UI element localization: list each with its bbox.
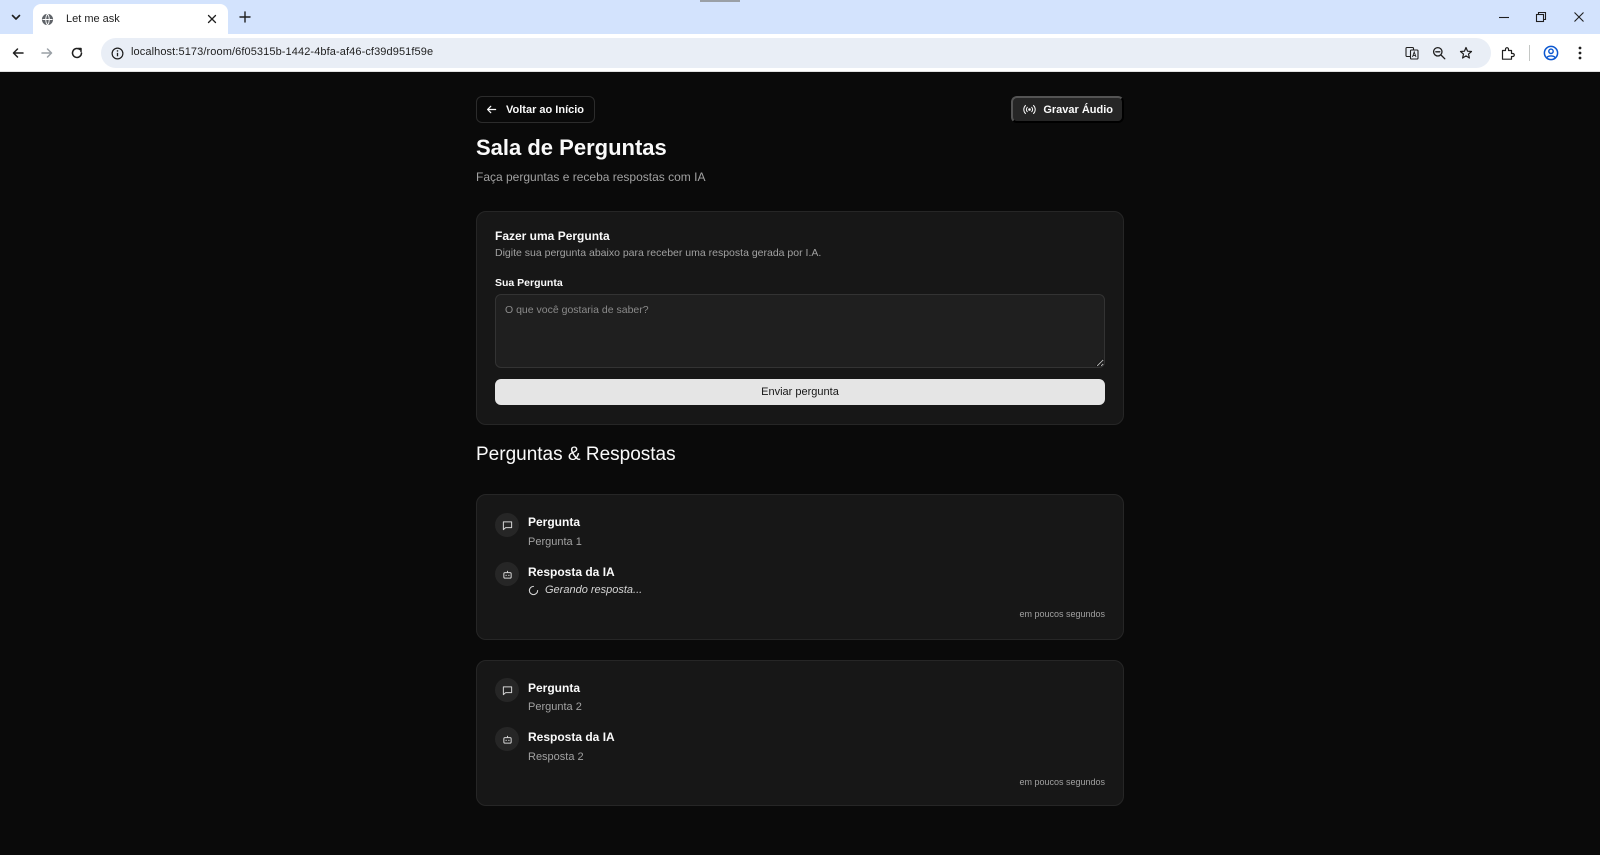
toolbar-separator [1529, 45, 1530, 61]
radio-broadcast-icon [1023, 104, 1036, 115]
record-audio-label: Gravar Áudio [1043, 103, 1113, 116]
question-text: Pergunta 1 [528, 536, 582, 548]
window-drag-indicator [700, 0, 740, 2]
bot-icon [495, 562, 519, 586]
page-subtitle: Faça perguntas e receba respostas com IA [476, 170, 706, 184]
qa-timestamp: em poucos segundos [1019, 777, 1105, 787]
tab-search-icon[interactable] [6, 7, 26, 27]
loader-icon [528, 585, 539, 596]
translate-icon[interactable] [1404, 45, 1420, 61]
page-title: Sala de Perguntas [476, 135, 667, 160]
arrow-left-icon [486, 104, 497, 115]
zoom-icon[interactable] [1431, 45, 1447, 61]
star-icon[interactable] [1458, 45, 1474, 61]
info-icon[interactable] [109, 45, 125, 61]
qa-card: Pergunta Pergunta 2 Resposta da IA Respo… [476, 660, 1124, 806]
answer-heading: Resposta da IA [528, 565, 615, 579]
answer-heading: Resposta da IA [528, 730, 615, 744]
question-heading: Pergunta [528, 681, 581, 695]
reload-icon[interactable] [66, 42, 88, 64]
page: Voltar ao Início Gravar Áudio Sala de Pe… [0, 72, 1600, 855]
back-icon[interactable] [7, 42, 29, 64]
back-to-home-button[interactable]: Voltar ao Início [476, 96, 596, 123]
menu-icon[interactable] [1569, 42, 1591, 64]
qa-section-title: Perguntas & Respostas [476, 444, 676, 465]
qa-timestamp: em poucos segundos [1019, 609, 1105, 619]
plus-icon[interactable] [236, 8, 254, 26]
back-to-home-label: Voltar ao Início [506, 103, 585, 116]
url-text: localhost:5173/room/6f05315b-1442-4bfa-a… [131, 46, 434, 58]
ask-question-card: Fazer uma Pergunta Digite sua pergunta a… [476, 211, 1124, 425]
browser-toolbar: localhost:5173/room/6f05315b-1442-4bfa-a… [0, 34, 1600, 72]
answer-text: Resposta 2 [528, 751, 584, 763]
question-heading: Pergunta [528, 515, 581, 529]
question-field-label: Sua Pergunta [495, 277, 563, 289]
ask-card-title: Fazer uma Pergunta [495, 229, 610, 243]
close-icon[interactable] [205, 12, 219, 26]
record-audio-button[interactable]: Gravar Áudio [1011, 96, 1124, 123]
message-square-icon [495, 513, 519, 537]
restore-icon[interactable] [1530, 6, 1552, 28]
profile-icon[interactable] [1540, 42, 1562, 64]
close-window-icon[interactable] [1568, 6, 1590, 28]
question-text: Pergunta 2 [528, 701, 582, 713]
answer-loading: Gerando resposta... [528, 584, 642, 596]
submit-question-button[interactable]: Enviar pergunta [495, 379, 1105, 405]
address-bar[interactable]: localhost:5173/room/6f05315b-1442-4bfa-a… [101, 38, 1491, 68]
browser-tab[interactable]: Let me ask [33, 4, 228, 34]
minimize-icon[interactable] [1493, 6, 1515, 28]
answer-loading-text: Gerando resposta... [545, 584, 643, 596]
browser-tab-strip: Let me ask [0, 0, 1600, 34]
extensions-icon[interactable] [1496, 42, 1518, 64]
ask-card-description: Digite sua pergunta abaixo para receber … [495, 247, 822, 259]
question-input[interactable] [495, 294, 1105, 368]
message-square-icon [495, 678, 519, 702]
tab-title: Let me ask [66, 13, 120, 25]
forward-icon[interactable] [36, 42, 58, 64]
bot-icon [495, 727, 519, 751]
globe-icon [41, 13, 54, 26]
qa-card: Pergunta Pergunta 1 Resposta da IA Geran… [476, 494, 1124, 640]
